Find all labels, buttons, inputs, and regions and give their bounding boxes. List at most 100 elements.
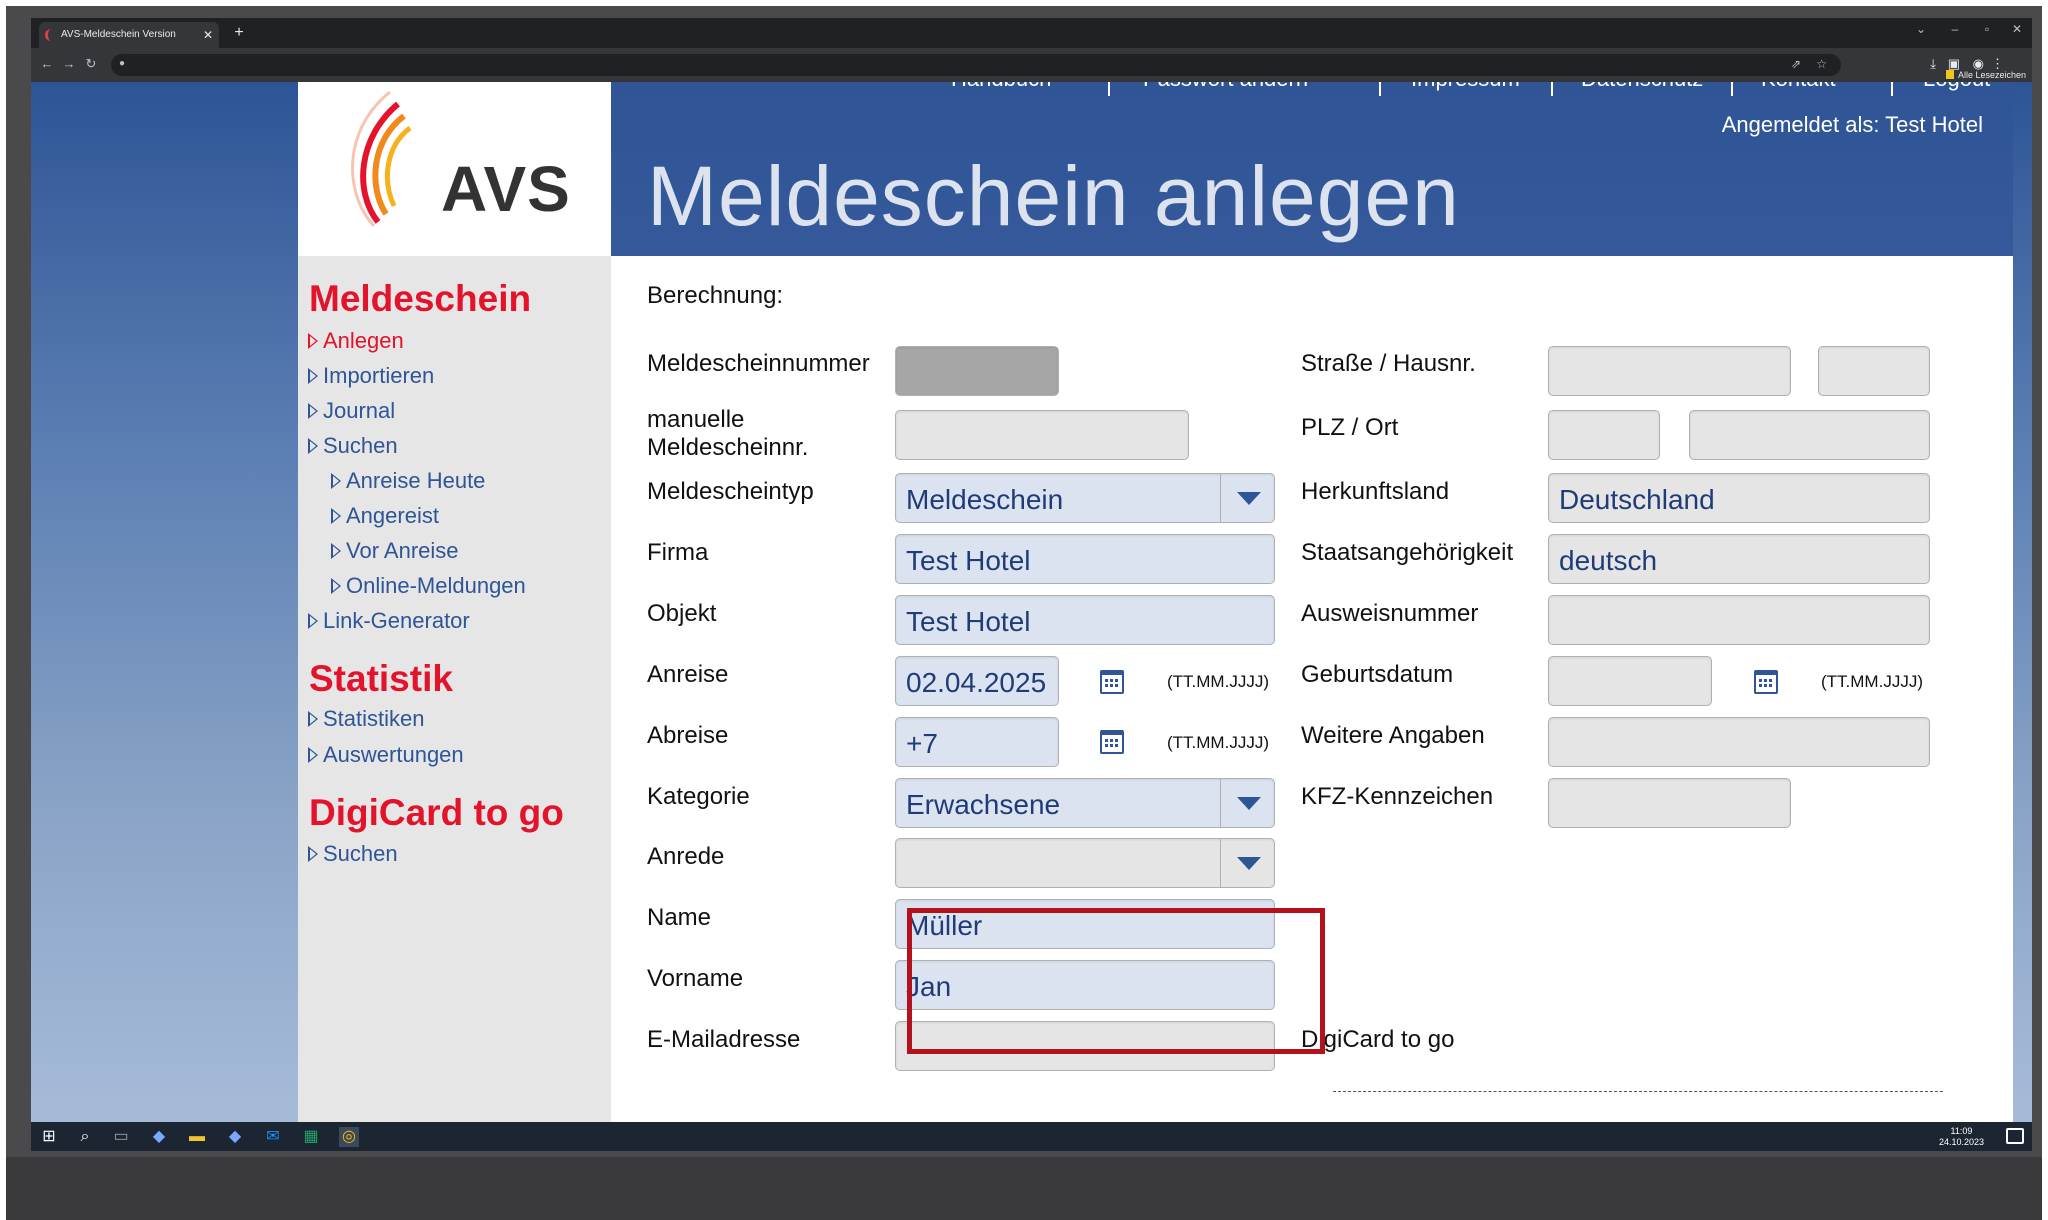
plz-input[interactable] [1548,410,1660,460]
field-value: Erwachsene [906,789,1061,820]
teams-chat-icon[interactable]: ◆ [225,1127,245,1147]
anreise-input[interactable]: 02.04.2025 [895,656,1059,706]
notification-icon[interactable] [2006,1128,2024,1144]
nav-datenschutz[interactable]: Datenschutz [1581,82,1703,92]
sidebar-item-angereist[interactable]: Angereist [331,503,439,529]
excel-icon[interactable]: ▦ [301,1127,321,1147]
ausweisnummer-input[interactable] [1548,595,1930,645]
sidebar-item-suchen[interactable]: Suchen [308,433,398,459]
nav-logout[interactable]: Logout [1923,82,1990,92]
sidebar-item-anreise-heute[interactable]: Anreise Heute [331,468,485,494]
address-bar[interactable]: ● ⇗ ☆ [111,54,1841,76]
sidebar-item-label: Anlegen [323,328,404,353]
browser-toolbar: ← → ↻ ● ⇗ ☆ ⤓ ▣ ◉ ⋮ [31,48,2032,82]
ausweisnummer-label: Ausweisnummer [1301,600,1479,627]
kategorie-select[interactable]: Erwachsene [895,778,1275,828]
outlook-icon[interactable]: ✉ [263,1127,283,1147]
chevron-down-icon[interactable] [1220,779,1274,827]
abreise-label: Abreise [647,722,729,749]
geburtsdatum-input[interactable] [1548,656,1712,706]
system-clock[interactable]: 11:09 24.10.2023 [1939,1126,1984,1148]
sidebar-item-vor-anreise[interactable]: Vor Anreise [331,538,459,564]
weitere-angaben-input[interactable] [1548,717,1930,767]
objekt-label: Objekt [647,600,717,627]
calendar-icon[interactable] [1100,730,1124,754]
triangle-right-icon [308,333,318,349]
sidebar-item-statistiken[interactable]: Statistiken [308,706,425,732]
file-explorer-icon[interactable]: ▬ [187,1127,207,1147]
chrome-icon[interactable]: ◎ [339,1127,359,1147]
anreise-label: Anreise [647,661,729,688]
tab-search-icon[interactable]: ⌄ [1910,22,1932,36]
weitere-angaben-label: Weitere Angaben [1301,722,1485,749]
reload-icon[interactable]: ↻ [83,56,99,72]
chevron-down-icon[interactable] [1220,839,1274,887]
nav-separator [1731,82,1733,96]
lock-icon: ● [119,58,126,69]
triangle-right-icon [331,508,341,524]
nav-passwort[interactable]: Passwort ändern [1143,82,1308,92]
sidebar-item-journal[interactable]: Journal [308,398,395,424]
kfz-input[interactable] [1548,778,1791,828]
manuelle-label: manuelle [647,406,745,433]
sidebar-item-importieren[interactable]: Importieren [308,363,434,389]
sidebar-item-link-generator[interactable]: Link-Generator [308,608,470,634]
ort-input[interactable] [1689,410,1930,460]
back-icon[interactable]: ← [39,56,55,71]
herkunftsland-input[interactable]: Deutschland [1548,473,1930,523]
field-value: Meldeschein [906,484,1064,515]
field-value: Test Hotel [906,545,1031,576]
triangle-right-icon [331,543,341,559]
calendar-icon[interactable] [1754,670,1778,694]
firma-input[interactable]: Test Hotel [895,534,1275,584]
meldescheintyp-select[interactable]: Meldeschein [895,473,1275,523]
geburtsdatum-format-hint: (TT.MM.JJJJ) [1821,672,1923,691]
bookmarks-bar[interactable]: Alle Lesezeichen [1945,68,2026,82]
abreise-format-hint: (TT.MM.JJJJ) [1167,733,1269,752]
windows-start-icon[interactable]: ⊞ [39,1127,59,1147]
sidebar-item-anlegen[interactable]: Anlegen [308,328,404,354]
download-icon[interactable]: ⤓ [1930,56,1936,72]
teams-icon[interactable]: ◆ [149,1127,169,1147]
triangle-right-icon [331,473,341,489]
sidebar-item-label: Angereist [346,503,439,528]
restore-icon[interactable]: ▫ [1976,22,1998,36]
triangle-right-icon [308,846,318,862]
task-view-icon[interactable]: ▭ [111,1127,131,1147]
close-window-icon[interactable]: ✕ [2006,22,2028,36]
sidebar-item-label: Suchen [323,433,398,458]
staatsangehoerigkeit-label: Staatsangehörigkeit [1301,539,1514,566]
staatsangehoerigkeit-input[interactable]: deutsch [1548,534,1930,584]
calendar-icon[interactable] [1100,670,1124,694]
chevron-down-icon[interactable] [1220,474,1274,522]
minimize-icon[interactable]: – [1944,22,1966,36]
sidebar-heading-meldeschein: Meldeschein [309,278,532,319]
search-icon[interactable]: ⌕ [75,1127,95,1147]
anrede-select[interactable] [895,838,1275,888]
sidebar-item-digicard-suchen[interactable]: Suchen [308,841,398,867]
new-tab-button[interactable]: + [229,22,249,44]
close-tab-icon[interactable]: ✕ [203,22,213,48]
browser-tab-bar: AVS-Meldeschein Version ✕ + ⌄ – ▫ ✕ [31,18,2032,48]
objekt-input[interactable]: Test Hotel [895,595,1275,645]
kategorie-label: Kategorie [647,783,750,810]
header-bar: Handbuch Passwort ändern Impressum Daten… [611,82,2013,256]
hausnr-input[interactable] [1818,346,1930,396]
nav-handbuch[interactable]: Handbuch [951,82,1051,92]
sidebar-item-auswertungen[interactable]: Auswertungen [308,742,464,768]
email-label: E-Mailadresse [647,1026,801,1053]
forward-icon[interactable]: → [61,56,77,71]
strasse-input[interactable] [1548,346,1791,396]
browser-tab[interactable]: AVS-Meldeschein Version ✕ [39,22,219,48]
bookmark-star-icon[interactable]: ☆ [1816,57,1827,71]
nav-separator [1551,82,1553,96]
sidebar-heading-digicard: DigiCard to go [309,792,564,833]
share-icon[interactable]: ⇗ [1791,57,1801,71]
manuelle-meldescheinnr-input[interactable] [895,410,1189,460]
nav-kontakt[interactable]: Kontakt [1761,82,1836,92]
sidebar-item-online-meldungen[interactable]: Online-Meldungen [331,573,526,599]
clock-time: 11:09 [1950,1126,1973,1136]
firma-label: Firma [647,539,709,566]
abreise-input[interactable]: +7 [895,717,1059,767]
nav-impressum[interactable]: Impressum [1411,82,1520,92]
